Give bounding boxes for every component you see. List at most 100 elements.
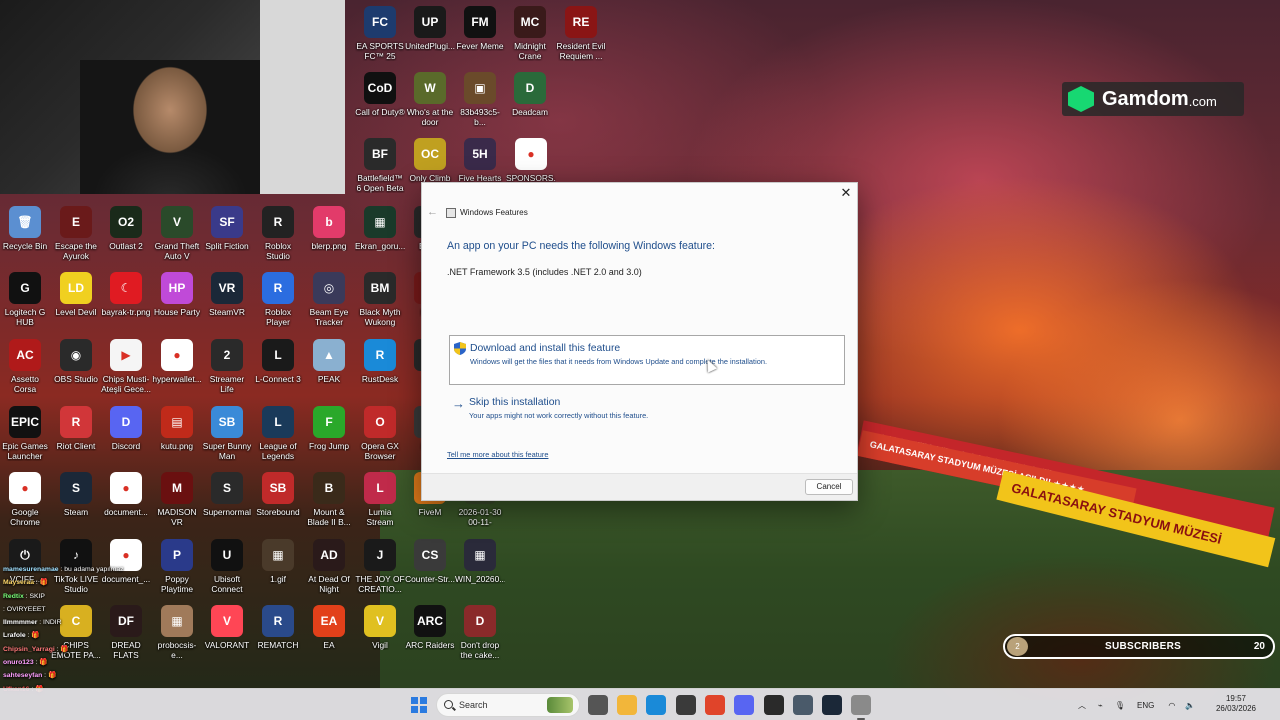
desktop-icon[interactable]: ● SPONSORS... <box>506 138 556 183</box>
desktop-icon[interactable]: ● document... <box>101 472 151 517</box>
desktop-icon-label: Recycle Bin <box>2 241 48 251</box>
desktop-icon[interactable]: E Escape the Ayurok <box>51 206 101 261</box>
desktop-icon[interactable]: O2 Outlast 2 <box>101 206 151 251</box>
desktop-icon[interactable]: HP House Party <box>152 272 202 317</box>
desktop-icon[interactable]: ● Google Chrome <box>0 472 50 527</box>
store-icon[interactable] <box>676 695 696 715</box>
desktop-icon[interactable]: L Lumia Stream <box>355 472 405 527</box>
skip-installation-subtitle: Your apps might not work correctly witho… <box>469 411 649 420</box>
download-install-title: Download and install this feature <box>470 343 621 354</box>
desktop-icon[interactable]: R RustDesk <box>355 339 405 384</box>
desktop-icon[interactable]: AC Assetto Corsa <box>0 339 50 394</box>
desktop-icon[interactable]: O Opera GX Browser <box>355 406 405 461</box>
desktop-icon[interactable]: SB Storebound <box>253 472 303 517</box>
steam-icon[interactable] <box>822 695 842 715</box>
desktop-icon[interactable]: 2 Streamer Life Simulator 2 <box>202 339 252 394</box>
desktop-icon[interactable]: W Who's at the door <box>405 72 455 127</box>
desktop-icon[interactable]: RE Resident Evil Requiem ... <box>556 6 606 61</box>
desktop-icon[interactable]: 5H Five Hearts <box>455 138 505 183</box>
desktop-icon[interactable]: V Grand Theft Auto V <box>152 206 202 261</box>
windows-features-icon[interactable] <box>851 695 871 720</box>
desktop-icon[interactable]: SB Super Bunny Man <box>202 406 252 461</box>
chat-text: : 🎁 <box>25 632 40 640</box>
start-button[interactable] <box>411 697 427 713</box>
desktop-icon[interactable]: L L-Connect 3 <box>253 339 303 384</box>
wifi-icon[interactable]: ◠ <box>1168 701 1175 710</box>
desktop-icon[interactable]: 🗑 Recycle Bin <box>0 206 50 251</box>
desktop-icon[interactable]: ▤ kutu.png <box>152 406 202 451</box>
desktop-icon[interactable]: D Discord <box>101 406 151 451</box>
desktop-icon[interactable]: EA EA <box>304 605 354 650</box>
desktop-icon[interactable]: ▲ PEAK <box>304 339 354 384</box>
desktop-icon[interactable]: R Roblox Studio <box>253 206 303 261</box>
desktop-icon[interactable]: BF Battlefield™ 6 Open Beta <box>355 138 405 193</box>
desktop-icon[interactable]: ◎ Beam Eye Tracker <box>304 272 354 327</box>
desktop-icon[interactable]: VR SteamVR <box>202 272 252 317</box>
app-g-icon[interactable] <box>764 695 784 715</box>
desktop-icon[interactable]: ▦ 1.gif <box>253 539 303 584</box>
microphone-icon[interactable]: 🎙 <box>1115 701 1125 710</box>
desktop-icon[interactable]: ARC ARC Raiders <box>405 605 455 650</box>
download-install-option[interactable]: Download and install this feature Window… <box>449 335 845 385</box>
settings-icon[interactable] <box>793 695 813 715</box>
desktop-icon[interactable]: UP UnitedPlugi... <box>405 6 455 51</box>
desktop-icon-label: Midnight Crane <box>514 41 546 61</box>
desktop-icon[interactable]: CoD Call of Duty® <box>355 72 405 117</box>
desktop-icon[interactable]: M MADISON VR <box>152 472 202 527</box>
desktop-icon[interactable]: S Supernormal <box>202 472 252 517</box>
desktop-icon[interactable]: D Don't drop the cake... <box>455 605 505 660</box>
desktop-icon-label: Mount & Blade II B... <box>307 507 351 527</box>
desktop-icon[interactable]: ◉ OBS Studio <box>51 339 101 384</box>
desktop-icon[interactable]: b blerp.png <box>304 206 354 251</box>
desktop-icon[interactable]: AD At Dead Of Night <box>304 539 354 594</box>
desktop-icon[interactable]: V VALORANT <box>202 605 252 650</box>
tell-me-more-link[interactable]: Tell me more about this feature <box>447 450 548 459</box>
app-icon: ◉ <box>60 339 92 371</box>
cancel-button[interactable]: Cancel <box>805 479 853 495</box>
network-off-icon[interactable]: ⌁ <box>1098 701 1103 710</box>
language-indicator[interactable]: ENG <box>1137 701 1154 710</box>
desktop-icon[interactable]: SF Split Fiction <box>202 206 252 251</box>
file-explorer-icon[interactable] <box>617 695 637 715</box>
desktop-icon[interactable]: ● hyperwallet... <box>152 339 202 384</box>
app-icon: V <box>161 206 193 238</box>
desktop-icon[interactable]: R Riot Client <box>51 406 101 451</box>
desktop-icon[interactable]: S Steam <box>51 472 101 517</box>
desktop-icon[interactable]: ▶ Chips Musti- Ateşli Gece... <box>101 339 151 394</box>
desktop-icon[interactable]: CS Counter-Str... <box>405 539 455 584</box>
discord-icon[interactable] <box>734 695 754 715</box>
edge-icon[interactable] <box>646 695 666 715</box>
desktop-icon[interactable]: V Vigil <box>355 605 405 650</box>
desktop-icon[interactable]: FM Fever Meme <box>455 6 505 51</box>
desktop-icon[interactable]: ▦ Ekran_goru... <box>355 206 405 251</box>
taskbar-clock[interactable]: 19:57 26/03/2026 <box>1208 694 1264 714</box>
desktop-icon[interactable]: J THE JOY OF CREATIO... <box>355 539 405 594</box>
desktop-icon[interactable]: ▦ WIN_20260... <box>455 539 505 584</box>
taskbar-search[interactable]: Search <box>436 693 580 717</box>
chat-message: Redtix : SKIP <box>3 590 196 603</box>
desktop-icon-label: Ekran_goru... <box>355 241 405 251</box>
close-icon[interactable]: ✕ <box>839 186 853 200</box>
skip-installation-option[interactable]: → Skip this installation Your apps might… <box>449 394 845 424</box>
back-arrow-icon[interactable]: ← <box>427 206 438 218</box>
desktop-icon[interactable]: MC Midnight Crane <box>505 6 555 61</box>
desktop-icon[interactable]: G Logitech G HUB <box>0 272 50 327</box>
desktop-icon[interactable]: B Mount & Blade II B... <box>304 472 354 527</box>
desktop-icon[interactable]: LD Level Devil <box>51 272 101 317</box>
volume-icon[interactable]: 🔈 <box>1185 701 1195 710</box>
desktop-icon[interactable]: BM Black Myth Wukong <box>355 272 405 327</box>
task-view-icon[interactable] <box>588 695 608 715</box>
desktop-icon[interactable]: L League of Legends <box>253 406 303 461</box>
desktop-icon-label: VALORANT <box>204 640 250 650</box>
chrome-icon[interactable] <box>705 695 725 715</box>
desktop-icon[interactable]: R Roblox Player <box>253 272 303 327</box>
desktop-icon[interactable]: EPIC Epic Games Launcher <box>0 406 50 461</box>
chevron-up-icon[interactable]: ︿ <box>1078 700 1086 711</box>
desktop-icon[interactable]: U Ubisoft Connect <box>202 539 252 594</box>
desktop-icon[interactable]: ▣ 83b493c5-b... <box>455 72 505 127</box>
desktop-icon[interactable]: R REMATCH <box>253 605 303 650</box>
desktop-icon[interactable]: ☾ bayrak-tr.png <box>101 272 151 317</box>
desktop-icon[interactable]: F Frog Jump <box>304 406 354 451</box>
desktop-icon[interactable]: FC EA SPORTS FC™ 25 <box>355 6 405 61</box>
desktop-icon[interactable]: D Deadcam <box>505 72 555 117</box>
